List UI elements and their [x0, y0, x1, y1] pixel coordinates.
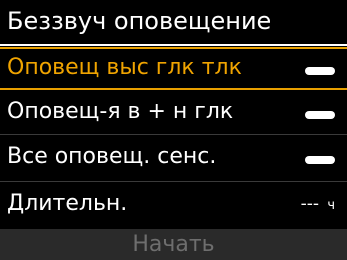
header: Беззвуч оповещение	[0, 0, 347, 44]
row-divider	[0, 134, 347, 135]
menu-item-high-low-glucose-alert[interactable]: Оповещ-я в + н глк	[0, 91, 347, 134]
menu-item-label: Длительн.	[7, 191, 128, 216]
selection-border-bottom	[0, 88, 347, 90]
menu-item-all-sensor-alerts[interactable]: Все оповещ. сенс.	[0, 136, 347, 179]
toggle-switch[interactable]	[305, 156, 335, 164]
menu-item-label: Оповещ-я в + н глк	[7, 99, 234, 124]
start-button-label: Начать	[132, 232, 215, 257]
page-title: Беззвуч оповещение	[7, 7, 272, 35]
duration-value: ---	[300, 194, 319, 214]
pump-screen: Беззвуч оповещение Оповещ выс глк тлк Оп…	[0, 0, 347, 260]
duration-unit: ч	[327, 198, 335, 213]
menu-item-label: Оповещ выс глк тлк	[7, 55, 242, 80]
menu-item-high-glucose-alert[interactable]: Оповещ выс глк тлк	[0, 47, 347, 90]
selection-border-top	[0, 47, 347, 49]
menu-item-label: Все оповещ. сенс.	[7, 144, 217, 169]
toggle-switch[interactable]	[305, 67, 335, 75]
start-button[interactable]: Начать	[0, 229, 347, 260]
toggle-switch[interactable]	[305, 111, 335, 119]
header-divider	[0, 44, 347, 46]
menu-item-duration[interactable]: Длительн. --- ч	[0, 183, 347, 226]
row-divider	[0, 181, 347, 182]
